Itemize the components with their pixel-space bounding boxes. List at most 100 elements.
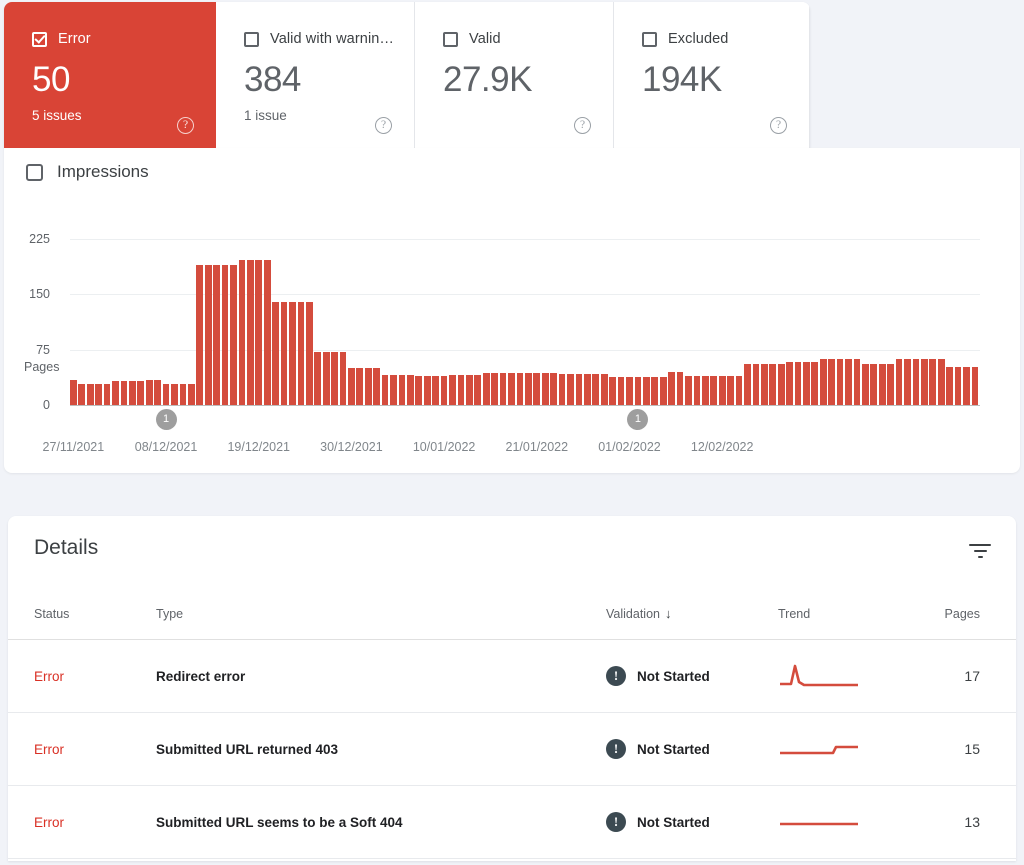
chart-bar[interactable] [719, 376, 726, 406]
chart-bar[interactable] [239, 260, 246, 405]
help-icon[interactable]: ? [177, 117, 194, 134]
chart-bar[interactable] [584, 374, 591, 405]
chart-bar[interactable] [786, 362, 793, 405]
chart-bar[interactable] [694, 376, 701, 406]
chart-bar[interactable] [643, 377, 650, 405]
chart-bar[interactable] [78, 384, 85, 405]
chart-bar[interactable] [727, 376, 734, 406]
table-row[interactable]: ErrorRedirect error!Not Started17 [8, 640, 1016, 713]
chart-bar[interactable] [938, 359, 945, 405]
chart-bar[interactable] [365, 368, 372, 405]
tab-excluded-checkbox[interactable] [642, 32, 657, 47]
chart-bar[interactable] [921, 359, 928, 405]
chart-bar[interactable] [390, 375, 397, 405]
chart-bar[interactable] [289, 302, 296, 405]
table-row[interactable]: ErrorServer error (5xx)!Not Started4 [8, 859, 1016, 862]
chart-bar[interactable] [104, 384, 111, 405]
chart-bar[interactable] [323, 352, 330, 405]
chart-bar[interactable] [306, 302, 313, 405]
chart-bar[interactable] [281, 302, 288, 405]
chart-bar[interactable] [559, 374, 566, 405]
chart-bar[interactable] [382, 375, 389, 405]
chart-bar[interactable] [230, 265, 237, 405]
tab-valid[interactable]: Valid 27.9K ? [415, 2, 614, 148]
chart-bar[interactable] [550, 373, 557, 405]
chart-bar[interactable] [264, 260, 271, 405]
tab-valid-with-warnings-checkbox[interactable] [244, 32, 259, 47]
chart-bar[interactable] [146, 380, 153, 405]
table-row[interactable]: ErrorSubmitted URL returned 403!Not Star… [8, 713, 1016, 786]
chart-bar[interactable] [651, 377, 658, 405]
column-header-pages[interactable]: Pages [888, 588, 1016, 640]
chart-bar[interactable] [744, 364, 751, 405]
chart-bar[interactable] [70, 380, 77, 405]
chart-annotation-marker[interactable]: 1 [156, 409, 177, 430]
chart-bar[interactable] [904, 359, 911, 405]
chart-bar[interactable] [399, 375, 406, 405]
chart-bar[interactable] [576, 374, 583, 405]
chart-bar[interactable] [255, 260, 262, 405]
chart-bar[interactable] [668, 372, 675, 405]
chart-bar[interactable] [870, 364, 877, 405]
chart-bar[interactable] [635, 377, 642, 405]
chart-bar[interactable] [449, 375, 456, 405]
chart-bar[interactable] [87, 384, 94, 405]
help-icon[interactable]: ? [375, 117, 392, 134]
chart-bar[interactable] [314, 352, 321, 405]
chart-bar[interactable] [458, 375, 465, 405]
chart-bar[interactable] [272, 302, 279, 405]
chart-bar[interactable] [129, 381, 136, 405]
help-icon[interactable]: ? [770, 117, 787, 134]
chart-bar[interactable] [660, 377, 667, 405]
chart-annotation-marker[interactable]: 1 [627, 409, 648, 430]
chart-bar[interactable] [618, 377, 625, 405]
column-header-validation[interactable]: Validation↓ [606, 588, 778, 640]
chart-bar[interactable] [753, 364, 760, 405]
chart-bar[interactable] [862, 364, 869, 405]
chart-bar[interactable] [491, 373, 498, 405]
chart-bar[interactable] [331, 352, 338, 405]
chart-bar[interactable] [626, 377, 633, 405]
chart-bar[interactable] [154, 380, 161, 405]
chart-bar[interactable] [356, 368, 363, 405]
chart-bar[interactable] [811, 362, 818, 405]
chart-bar[interactable] [424, 376, 431, 406]
chart-bar[interactable] [946, 367, 953, 405]
chart-bar[interactable] [163, 384, 170, 405]
chart-bar[interactable] [112, 381, 119, 405]
chart-bar[interactable] [609, 377, 616, 405]
chart-bar[interactable] [298, 302, 305, 405]
chart-bar[interactable] [500, 373, 507, 405]
chart-bar[interactable] [171, 384, 178, 405]
chart-bar[interactable] [188, 384, 195, 405]
chart-bar[interactable] [508, 373, 515, 405]
chart-bar[interactable] [432, 376, 439, 406]
chart-bar[interactable] [533, 373, 540, 405]
chart-bar[interactable] [761, 364, 768, 405]
tab-excluded[interactable]: Excluded 194K ? [614, 2, 810, 148]
chart-bar[interactable] [685, 376, 692, 406]
chart-bar[interactable] [373, 368, 380, 405]
chart-bar[interactable] [837, 359, 844, 405]
table-row[interactable]: ErrorSubmitted URL seems to be a Soft 40… [8, 786, 1016, 859]
tab-error[interactable]: Error 50 5 issues ? [4, 2, 216, 148]
tab-valid-with-warnings[interactable]: Valid with warnin… 384 1 issue ? [216, 2, 415, 148]
chart-bar[interactable] [348, 368, 355, 405]
chart-bar[interactable] [913, 359, 920, 405]
chart-bar[interactable] [896, 359, 903, 405]
chart-bar[interactable] [887, 364, 894, 405]
chart-bar[interactable] [710, 376, 717, 406]
chart-bar[interactable] [483, 373, 490, 405]
chart-bar[interactable] [702, 376, 709, 406]
chart-bar[interactable] [542, 373, 549, 405]
chart-bar[interactable] [601, 374, 608, 405]
chart-bar[interactable] [474, 375, 481, 405]
chart-bar[interactable] [778, 364, 785, 405]
chart-bar[interactable] [466, 375, 473, 405]
tab-valid-checkbox[interactable] [443, 32, 458, 47]
chart-bar[interactable] [567, 374, 574, 405]
tab-error-checkbox[interactable] [32, 32, 47, 47]
chart-bar[interactable] [407, 375, 414, 405]
chart-bar[interactable] [828, 359, 835, 405]
chart-bar[interactable] [247, 260, 254, 405]
